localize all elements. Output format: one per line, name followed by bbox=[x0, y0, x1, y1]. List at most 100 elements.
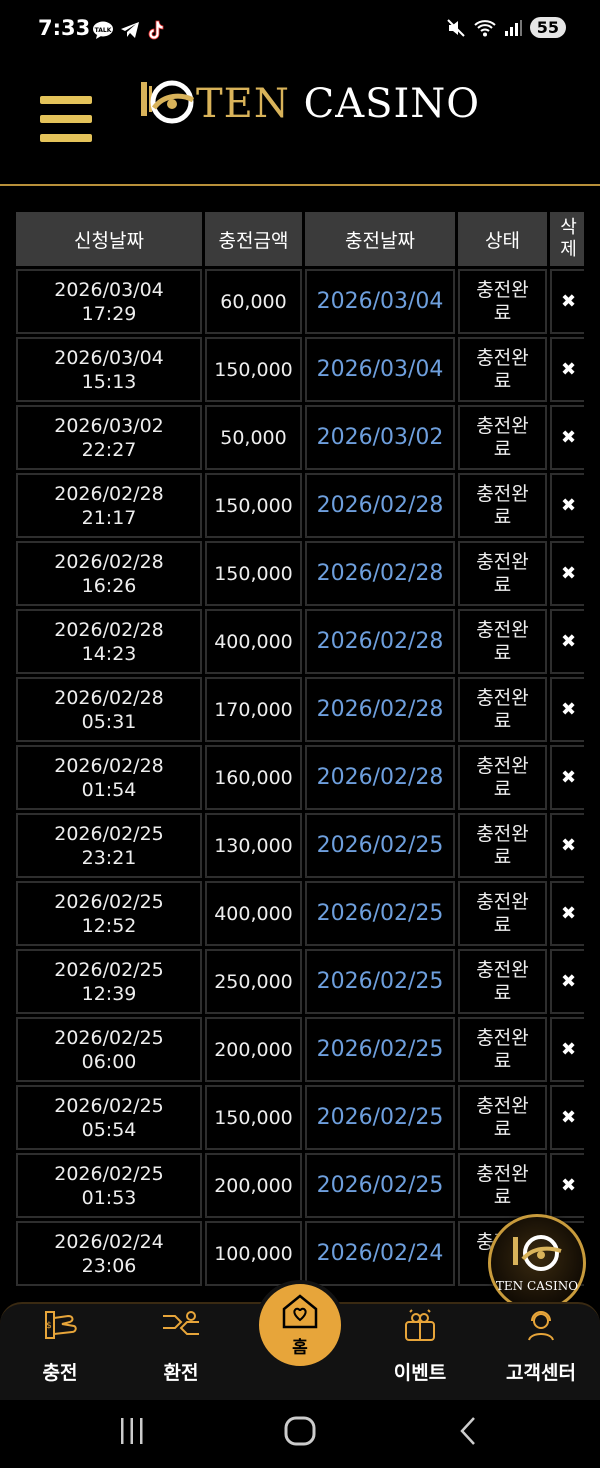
charge-date-link[interactable]: 2026/02/25 bbox=[305, 813, 455, 878]
telegram-icon bbox=[121, 22, 139, 38]
charge-date-link[interactable]: 2026/02/28 bbox=[305, 473, 455, 538]
status-cell: 충전완료 bbox=[458, 609, 547, 674]
nav-deposit[interactable]: $ 충전 bbox=[5, 1308, 115, 1385]
support-icon bbox=[528, 1311, 554, 1341]
delete-button[interactable]: ✖ bbox=[550, 745, 584, 810]
floating-casino-badge[interactable]: TEN CASINO bbox=[488, 1214, 586, 1312]
delete-button[interactable]: ✖ bbox=[550, 609, 584, 674]
request-time: 12:39 bbox=[81, 982, 137, 1005]
request-date: 2026/02/25 bbox=[54, 1162, 164, 1185]
table-row: 2026/03/04 15:13 150,000 2026/03/04 충전완료 ✖ bbox=[16, 337, 584, 402]
delete-button[interactable]: ✖ bbox=[550, 1017, 584, 1082]
tiktok-icon bbox=[148, 20, 164, 40]
hamburger-icon[interactable] bbox=[40, 96, 92, 142]
nav-exchange-label: 환전 bbox=[163, 1362, 199, 1384]
request-time: 15:13 bbox=[81, 370, 137, 393]
status-text: 충전완료 bbox=[476, 346, 529, 392]
charge-date-link[interactable]: 2026/02/24 bbox=[305, 1221, 455, 1286]
delete-button[interactable]: ✖ bbox=[550, 1153, 584, 1218]
charge-date-link[interactable]: 2026/03/04 bbox=[305, 337, 455, 402]
status-text: 충전완료 bbox=[476, 278, 529, 324]
delete-button[interactable]: ✖ bbox=[550, 1085, 584, 1150]
nav-exchange[interactable]: 환전 bbox=[126, 1308, 236, 1385]
request-time: 05:54 bbox=[81, 1118, 137, 1141]
charge-amount-cell: 150,000 bbox=[205, 541, 302, 606]
request-date: 2026/02/25 bbox=[54, 1094, 164, 1117]
header-delete: 삭제 bbox=[550, 212, 584, 266]
delete-button[interactable]: ✖ bbox=[550, 269, 584, 334]
back-icon[interactable] bbox=[456, 1416, 480, 1450]
request-date: 2026/02/25 bbox=[54, 890, 164, 913]
charge-date-link[interactable]: 2026/02/25 bbox=[305, 949, 455, 1014]
charge-history-table-wrapper[interactable]: 신청날짜 충전금액 충전날짜 상태 삭제 2026/03/04 17:29 60,0… bbox=[16, 212, 584, 1302]
charge-history-table: 신청날짜 충전금액 충전날짜 상태 삭제 2026/03/04 17:29 60,0… bbox=[16, 212, 584, 1289]
status-text: 충전완료 bbox=[476, 890, 529, 936]
kakaotalk-icon: TALK bbox=[93, 21, 113, 39]
mute-icon bbox=[447, 18, 465, 37]
table-row: 2026/02/28 01:54 160,000 2026/02/28 충전완료 ✖ bbox=[16, 745, 584, 810]
request-datetime-cell: 2026/02/28 01:54 bbox=[16, 745, 202, 810]
status-app-icons: TALK bbox=[92, 20, 164, 40]
charge-date-link[interactable]: 2026/02/28 bbox=[305, 745, 455, 810]
request-date: 2026/02/28 bbox=[54, 482, 164, 505]
charge-date-link[interactable]: 2026/02/25 bbox=[305, 1085, 455, 1150]
request-date: 2026/02/28 bbox=[54, 686, 164, 709]
charge-amount-cell: 170,000 bbox=[205, 677, 302, 742]
status-cell: 충전완료 bbox=[458, 813, 547, 878]
delete-button[interactable]: ✖ bbox=[550, 813, 584, 878]
charge-date-link[interactable]: 2026/02/25 bbox=[305, 1017, 455, 1082]
status-text: 충전완료 bbox=[476, 822, 529, 868]
charge-amount-cell: 150,000 bbox=[205, 337, 302, 402]
table-row: 2026/02/28 05:31 170,000 2026/02/28 충전완료 ✖ bbox=[16, 677, 584, 742]
delete-button[interactable]: ✖ bbox=[550, 881, 584, 946]
table-row: 2026/02/25 06:00 200,000 2026/02/25 충전완료 ✖ bbox=[16, 1017, 584, 1082]
bottom-navigation: $ 충전 환전 홈 이벤트 고객센터 bbox=[0, 1280, 600, 1400]
delete-button[interactable]: ✖ bbox=[550, 405, 584, 470]
charge-amount-cell: 50,000 bbox=[205, 405, 302, 470]
request-datetime-cell: 2026/02/25 12:52 bbox=[16, 881, 202, 946]
charge-date-link[interactable]: 2026/02/25 bbox=[305, 1153, 455, 1218]
ten-casino-logo[interactable]: TEN CASINO bbox=[138, 78, 480, 130]
request-time: 17:29 bbox=[81, 302, 137, 325]
header-charge-date: 충전날짜 bbox=[305, 212, 455, 266]
logo-text-casino: CASINO bbox=[303, 81, 481, 127]
table-row: 2026/02/25 05:54 150,000 2026/02/25 충전완료 ✖ bbox=[16, 1085, 584, 1150]
nav-event[interactable]: 이벤트 bbox=[365, 1308, 475, 1385]
request-datetime-cell: 2026/02/28 16:26 bbox=[16, 541, 202, 606]
header-charge-amount: 충전금액 bbox=[205, 212, 302, 266]
delete-button[interactable]: ✖ bbox=[550, 337, 584, 402]
nav-home[interactable]: 홈 bbox=[255, 1280, 345, 1370]
charge-date-link[interactable]: 2026/03/02 bbox=[305, 405, 455, 470]
delete-button[interactable]: ✖ bbox=[550, 541, 584, 606]
status-text: 충전완료 bbox=[476, 958, 529, 1004]
app-header: TEN CASINO bbox=[0, 58, 600, 186]
status-cell: 충전완료 bbox=[458, 473, 547, 538]
charge-date-link[interactable]: 2026/02/28 bbox=[305, 541, 455, 606]
status-cell: 충전완료 bbox=[458, 677, 547, 742]
delete-button[interactable]: ✖ bbox=[550, 949, 584, 1014]
charge-date-link[interactable]: 2026/02/28 bbox=[305, 677, 455, 742]
logo-text: TEN CASINO bbox=[196, 81, 480, 127]
request-time: 21:17 bbox=[81, 506, 137, 529]
status-cell: 충전완료 bbox=[458, 949, 547, 1014]
charge-amount-cell: 130,000 bbox=[205, 813, 302, 878]
delete-button[interactable]: ✖ bbox=[550, 473, 584, 538]
exchange-icon bbox=[163, 1311, 199, 1335]
status-cell: 충전완료 bbox=[458, 745, 547, 810]
charge-amount-cell: 150,000 bbox=[205, 473, 302, 538]
system-home-icon[interactable] bbox=[284, 1416, 316, 1450]
table-row: 2026/02/25 23:21 130,000 2026/02/25 충전완료 ✖ bbox=[16, 813, 584, 878]
charge-date-link[interactable]: 2026/03/04 bbox=[305, 269, 455, 334]
nav-support[interactable]: 고객센터 bbox=[486, 1308, 596, 1385]
recent-apps-icon[interactable] bbox=[118, 1416, 146, 1450]
table-row: 2026/02/25 01:53 200,000 2026/02/25 충전완료 ✖ bbox=[16, 1153, 584, 1218]
charge-date-link[interactable]: 2026/02/28 bbox=[305, 609, 455, 674]
charge-date-link[interactable]: 2026/02/25 bbox=[305, 881, 455, 946]
request-time: 05:31 bbox=[81, 710, 137, 733]
status-cell: 충전완료 bbox=[458, 337, 547, 402]
request-date: 2026/02/25 bbox=[54, 1026, 164, 1049]
status-cell: 충전완료 bbox=[458, 1085, 547, 1150]
delete-button[interactable]: ✖ bbox=[550, 677, 584, 742]
system-navigation-bar bbox=[0, 1400, 600, 1468]
table-row: 2026/02/28 21:17 150,000 2026/02/28 충전완료 ✖ bbox=[16, 473, 584, 538]
